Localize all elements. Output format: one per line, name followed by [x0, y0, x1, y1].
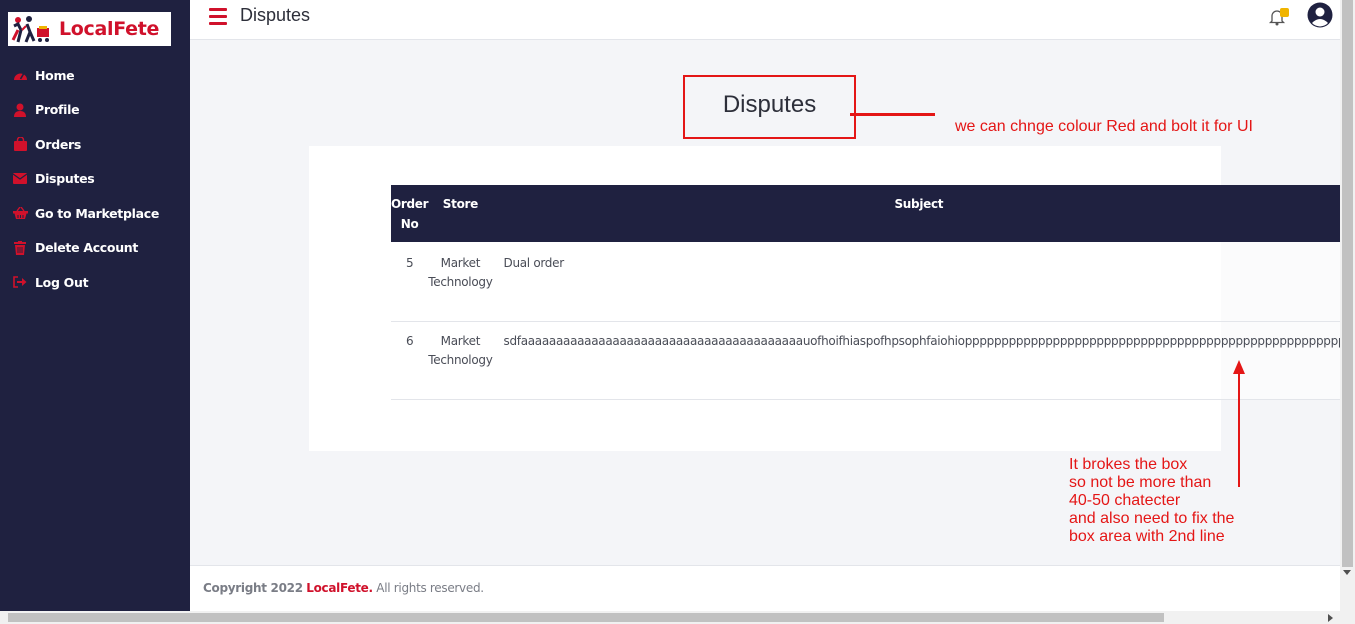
header-order-no: Order No: [391, 185, 429, 242]
heading-highlight-box: Disputes: [683, 75, 856, 139]
sidebar: LocalFete Home Profile Orders Disputes G…: [0, 0, 190, 611]
sidebar-item-logout[interactable]: Log Out: [0, 265, 190, 300]
annotation-note-color: we can chnge colour Red and bolt it for …: [955, 118, 1253, 135]
vertical-scrollbar-thumb[interactable]: [1342, 0, 1353, 567]
shopping-bag-icon: [12, 136, 28, 152]
sidebar-item-orders[interactable]: Orders: [0, 127, 190, 162]
horizontal-scrollbar-thumb[interactable]: [8, 613, 1164, 622]
cell-subject: sdfaaaaaaaaaaaaaaaaaaaaaaaaaaaaaaaaaaaaa…: [492, 321, 1346, 400]
hamburger-menu-icon[interactable]: [209, 8, 227, 26]
disputes-table: Order No Store Subject 5 Market Technolo…: [391, 185, 1346, 400]
notification-badge: [1280, 8, 1289, 17]
cell-store: Market Technology: [428, 321, 493, 400]
annotation-line-text: box area with 2nd line: [1069, 528, 1225, 545]
user-account-icon[interactable]: [1307, 2, 1333, 28]
basket-icon: [12, 205, 28, 221]
cell-store: Market Technology: [428, 242, 493, 322]
sidebar-item-home[interactable]: Home: [0, 58, 190, 93]
main-heading: Disputes: [722, 91, 817, 118]
annotation-line-text: so not be more than: [1069, 474, 1212, 491]
sidebar-item-label: Go to Marketplace: [35, 205, 160, 221]
horizontal-scrollbar[interactable]: [0, 611, 1355, 624]
annotation-line-text: and also need to fix the: [1069, 510, 1235, 527]
envelope-icon: [12, 171, 28, 187]
sidebar-nav: Home Profile Orders Disputes Go to Marke…: [0, 58, 190, 300]
sidebar-item-label: Disputes: [35, 171, 95, 187]
cell-order-no: 5: [391, 242, 429, 322]
sidebar-item-label: Log Out: [35, 274, 89, 290]
annotation-line: [850, 113, 935, 116]
sign-out-icon: [12, 274, 28, 290]
annotation-line-text: 40-50 chatecter: [1069, 492, 1181, 509]
sidebar-item-delete-account[interactable]: Delete Account: [0, 231, 190, 266]
annotation-note-length: It brokes the box so not be more than 40…: [1069, 456, 1269, 546]
sidebar-item-label: Delete Account: [35, 240, 139, 256]
cell-order-no: 6: [391, 321, 429, 400]
footer: Copyright 2022 LocalFete. All rights res…: [190, 565, 1340, 611]
sidebar-item-marketplace[interactable]: Go to Marketplace: [0, 196, 190, 231]
brand-logo[interactable]: LocalFete: [8, 12, 171, 46]
cell-subject: Dual order: [492, 242, 1346, 322]
sidebar-item-label: Profile: [35, 102, 80, 118]
copyright-suffix: All rights reserved.: [376, 581, 484, 595]
trash-icon: [12, 240, 28, 256]
copyright-text: Copyright 2022 LocalFete. All rights res…: [203, 581, 484, 595]
user-icon: [12, 102, 28, 118]
scroll-right-arrow-icon[interactable]: [1328, 614, 1333, 622]
annotation-line-text: It brokes the box: [1069, 456, 1188, 473]
brand-name: LocalFete: [59, 18, 160, 40]
dashboard-icon: [12, 67, 28, 83]
header-store: Store: [428, 185, 493, 242]
table-row[interactable]: 5 Market Technology Dual order: [391, 242, 1346, 322]
top-bar: Disputes: [190, 0, 1340, 40]
sidebar-item-profile[interactable]: Profile: [0, 93, 190, 128]
vertical-scrollbar[interactable]: [1340, 0, 1355, 611]
footer-brand-link[interactable]: LocalFete.: [306, 581, 373, 595]
table-header-row: Order No Store Subject: [391, 185, 1346, 242]
sidebar-item-disputes[interactable]: Disputes: [0, 162, 190, 197]
sidebar-item-label: Orders: [35, 136, 82, 152]
header-subject: Subject: [492, 185, 1346, 242]
copyright-prefix: Copyright 2022: [203, 581, 303, 595]
page-title: Disputes: [240, 5, 311, 25]
scroll-down-arrow-icon[interactable]: [1343, 570, 1351, 575]
sidebar-item-label: Home: [35, 67, 75, 83]
table-row[interactable]: 6 Market Technology sdfaaaaaaaaaaaaaaaaa…: [391, 321, 1346, 400]
logo-people-icon: [11, 16, 49, 43]
